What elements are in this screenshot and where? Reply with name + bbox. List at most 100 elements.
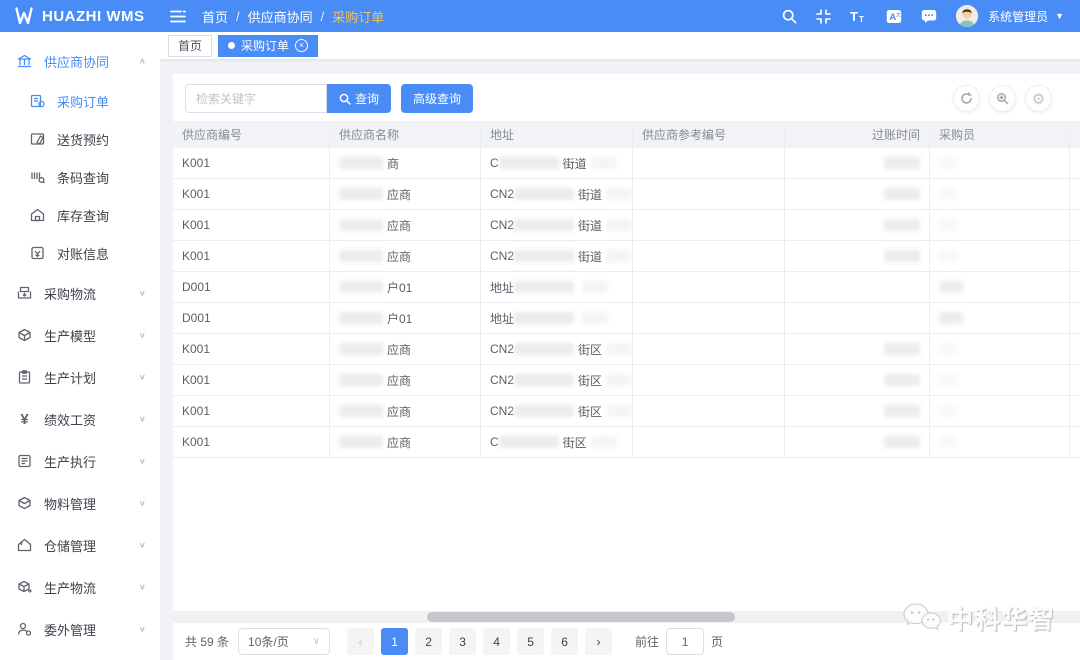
gear-icon[interactable]: ⚙ xyxy=(1025,85,1052,112)
sidebar-group-label: 生产执行 xyxy=(44,452,96,471)
close-icon[interactable]: × xyxy=(295,39,308,52)
page-button-2[interactable]: 2 xyxy=(415,628,442,655)
sidebar-group-production-model[interactable]: 生产模型 ∨ xyxy=(0,314,160,356)
caret-down-icon[interactable]: ▼ xyxy=(1055,11,1064,21)
cell-supplier-ref xyxy=(633,148,785,178)
chevron-down-icon: ∨ xyxy=(139,289,146,298)
prev-page-button[interactable]: ‹ xyxy=(347,628,374,655)
sidebar-group-performance-salary[interactable]: ¥ 绩效工资 ∨ xyxy=(0,398,160,440)
column-header: 供应商参考编号 xyxy=(633,121,785,148)
next-page-button[interactable]: › xyxy=(585,628,612,655)
table-row[interactable]: K001应商CN2街区 xyxy=(173,396,1080,427)
redacted-patch xyxy=(606,374,632,386)
sidebar-item-reconciliation[interactable]: 对账信息 xyxy=(0,234,160,272)
cell-buyer xyxy=(930,148,1070,178)
sidebar-group-outsourcing-management[interactable]: 委外管理 ∨ xyxy=(0,608,160,650)
table-row[interactable]: K001应商CN2街道 xyxy=(173,241,1080,272)
table-row[interactable]: K001应商CN2街道 xyxy=(173,210,1080,241)
cell-posting-time xyxy=(785,334,930,364)
redacted-patch xyxy=(514,281,574,293)
cell-posting-time xyxy=(785,179,930,209)
sidebar-item-delivery-appointment[interactable]: 送货预约 xyxy=(0,120,160,158)
content-card: 查询 高级查询 ⚙ 供应 xyxy=(173,74,1080,660)
user-name[interactable]: 系统管理员 xyxy=(988,8,1048,25)
cell-supplier-ref xyxy=(633,365,785,395)
advanced-query-button[interactable]: 高级查询 xyxy=(401,84,473,113)
avatar[interactable] xyxy=(956,5,978,27)
hamburger-icon[interactable] xyxy=(160,10,202,23)
search-icon[interactable] xyxy=(782,9,797,24)
table-row[interactable]: K001应商CN2街区 xyxy=(173,365,1080,396)
redacted-patch xyxy=(884,188,920,200)
redacted-patch xyxy=(339,157,383,169)
column-header: 采购员 xyxy=(930,121,1070,148)
goto-page-input[interactable] xyxy=(666,628,704,655)
redacted-patch xyxy=(884,343,920,355)
language-icon[interactable]: A 文 xyxy=(886,9,902,24)
barcode-icon xyxy=(29,169,46,186)
sidebar-group-label: 生产物流 xyxy=(44,578,96,597)
sidebar-group-label: 采购物流 xyxy=(44,284,96,303)
redacted-patch xyxy=(339,374,383,386)
zoom-icon[interactable] xyxy=(989,85,1016,112)
sidebar-item-purchase-order[interactable]: 采购订单 xyxy=(0,82,160,120)
column-header: 过账时间 xyxy=(785,121,930,148)
cell-supplier-ref xyxy=(633,179,785,209)
redacted-patch xyxy=(884,219,920,231)
redacted-patch xyxy=(339,219,383,231)
page-button-5[interactable]: 5 xyxy=(517,628,544,655)
page-button-3[interactable]: 3 xyxy=(449,628,476,655)
sidebar-item-barcode-query[interactable]: 条码查询 xyxy=(0,158,160,196)
sidebar-item-label: 送货预约 xyxy=(57,130,109,149)
tab-purchase-order[interactable]: 采购订单 × xyxy=(218,35,318,57)
table-row[interactable]: K001商C街道 xyxy=(173,148,1080,179)
table-row[interactable]: K001应商CN2街道 xyxy=(173,179,1080,210)
breadcrumb-home[interactable]: 首页 xyxy=(202,7,228,26)
cell-posting-time xyxy=(785,303,930,333)
table-row[interactable]: D001户01地址 xyxy=(173,272,1080,303)
message-icon[interactable] xyxy=(921,9,937,24)
reconciliation-icon xyxy=(29,245,46,262)
redacted-patch xyxy=(514,250,574,262)
sidebar-group-production-execution[interactable]: 生产执行 ∨ xyxy=(0,440,160,482)
table-row[interactable]: K001应商CN2街区 xyxy=(173,334,1080,365)
table-row[interactable]: K001应商C街区 xyxy=(173,427,1080,458)
redacted-patch xyxy=(939,405,957,417)
horizontal-scrollbar[interactable] xyxy=(173,611,1080,623)
redacted-patch xyxy=(884,405,920,417)
sidebar-item-inventory-query[interactable]: 库存查询 xyxy=(0,196,160,234)
sidebar-group-procurement-logistics[interactable]: 采购物流 ∨ xyxy=(0,272,160,314)
scrollbar-thumb[interactable] xyxy=(427,612,735,622)
cell-buyer xyxy=(930,241,1070,271)
tab-home[interactable]: 首页 xyxy=(168,35,212,57)
cell-address: CN2街道 xyxy=(481,210,633,240)
salary-icon: ¥ xyxy=(16,411,33,428)
sidebar-group-label: 供应商协同 xyxy=(44,52,109,71)
query-button[interactable]: 查询 xyxy=(327,84,391,113)
sidebar-group-material-management[interactable]: 物料管理 ∨ xyxy=(0,482,160,524)
chevron-down-icon: ∨ xyxy=(313,636,320,647)
cell-supplier-name: 户01 xyxy=(330,272,481,302)
sidebar-group-production-logistics[interactable]: 生产物流 ∨ xyxy=(0,566,160,608)
font-size-icon[interactable]: T T xyxy=(850,9,867,24)
cell-address: CN2街区 xyxy=(481,334,633,364)
page-button-1[interactable]: 1 xyxy=(381,628,408,655)
cell-supplier-name: 应商 xyxy=(330,241,481,271)
search-input[interactable] xyxy=(185,84,327,113)
active-dot xyxy=(228,42,235,49)
table-row[interactable]: D001户01地址 xyxy=(173,303,1080,334)
cell-filler xyxy=(1070,210,1080,240)
page-size-select[interactable]: 10条/页 ∨ xyxy=(238,628,330,655)
sidebar-group-supplier-collab[interactable]: 供应商协同 ∧ xyxy=(0,40,160,82)
sidebar-group-warehouse-management[interactable]: 仓储管理 ∨ xyxy=(0,524,160,566)
cell-filler xyxy=(1070,365,1080,395)
delivery-appointment-icon xyxy=(29,131,46,148)
page-button-4[interactable]: 4 xyxy=(483,628,510,655)
exit-fullscreen-icon[interactable] xyxy=(816,9,831,24)
breadcrumb-module[interactable]: 供应商协同 xyxy=(248,7,313,26)
cell-supplier-code: K001 xyxy=(173,210,330,240)
refresh-icon[interactable] xyxy=(953,85,980,112)
sidebar-group-production-plan[interactable]: 生产计划 ∨ xyxy=(0,356,160,398)
page-button-6[interactable]: 6 xyxy=(551,628,578,655)
cell-supplier-ref xyxy=(633,303,785,333)
